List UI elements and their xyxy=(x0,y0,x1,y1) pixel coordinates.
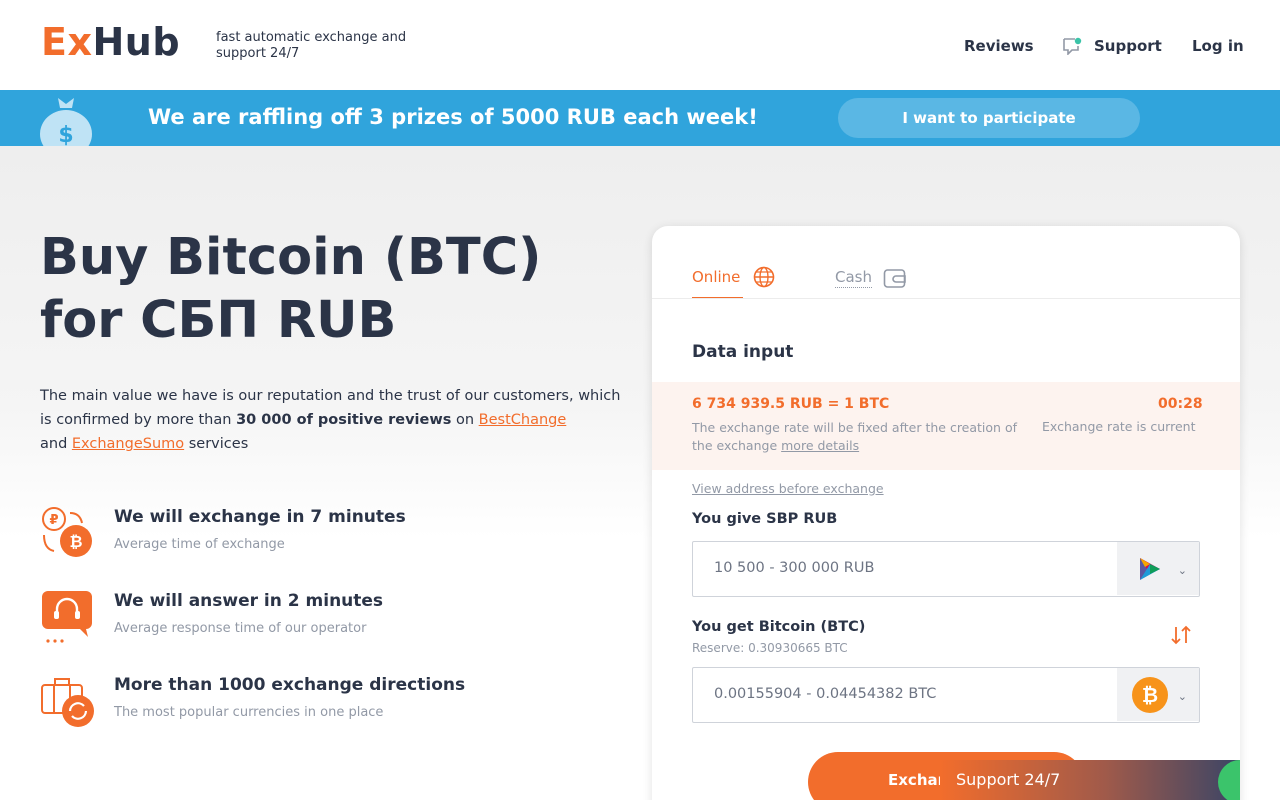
svg-text:₽: ₽ xyxy=(49,513,58,528)
exchange-rub-btc-icon: ₽ ₿ xyxy=(42,507,92,557)
wallet-icon xyxy=(883,269,906,288)
logo-hub: Hub xyxy=(92,20,181,64)
chevron-down-icon: ⌄ xyxy=(1177,564,1187,577)
give-currency-select[interactable]: ⌄ xyxy=(1117,542,1199,595)
operator-chat-icon xyxy=(42,591,92,643)
support-widget-label: Support 24/7 xyxy=(956,770,1061,789)
hero-description: The main value we have is our reputation… xyxy=(40,384,630,456)
more-details-link[interactable]: more details xyxy=(781,438,859,453)
tagline: fast automatic exchange and support 24/7 xyxy=(216,30,407,61)
get-label: You get Bitcoin (BTC) xyxy=(692,619,866,635)
page-title-line1: Buy Bitcoin (BTC) xyxy=(40,228,542,287)
sbp-icon xyxy=(1140,558,1160,580)
support-chat-icon[interactable] xyxy=(1062,37,1082,55)
feature-title-3: More than 1000 exchange directions xyxy=(114,675,466,695)
nav-login-link[interactable]: Log in xyxy=(1192,37,1244,55)
nav-support-link[interactable]: Support xyxy=(1094,37,1162,55)
briefcase-refresh-icon xyxy=(41,678,94,727)
page-title: Buy Bitcoin (BTC) for СБП RUB xyxy=(40,226,640,352)
tab-online[interactable]: Online xyxy=(692,268,740,286)
chevron-down-icon: ⌄ xyxy=(1177,690,1187,703)
logo-ex: Ex xyxy=(41,20,93,64)
online-status-dot xyxy=(1218,760,1240,800)
tab-cash[interactable]: Cash xyxy=(835,268,872,288)
card-title: Data input xyxy=(692,342,794,362)
nav-reviews-link[interactable]: Reviews xyxy=(964,37,1034,55)
get-amount-input[interactable]: 0.00155904 - 0.04454382 BTC ₿ ⌄ xyxy=(692,667,1200,723)
bitcoin-icon: ₿ xyxy=(1132,677,1168,713)
bestchange-link[interactable]: BestChange xyxy=(479,412,567,428)
money-bag-icon: $ xyxy=(40,98,92,146)
participate-button[interactable]: I want to participate xyxy=(838,98,1140,138)
desc-bold: 30 000 of positive reviews xyxy=(236,412,452,428)
exchange-rate: 6 734 939.5 RUB = 1 BTC xyxy=(692,396,890,412)
svg-text:$: $ xyxy=(58,123,73,146)
rate-timer: 00:28 xyxy=(1158,396,1203,412)
rate-note: The exchange rate will be fixed after th… xyxy=(692,419,1037,455)
feature-subtitle-1: Average time of exchange xyxy=(114,537,285,552)
desc-text-3: and xyxy=(40,436,72,452)
view-address-link[interactable]: View address before exchange xyxy=(692,481,884,496)
feature-title-2: We will answer in 2 minutes xyxy=(114,591,384,611)
page-title-line2: for СБП RUB xyxy=(40,291,397,350)
feature-subtitle-3: The most popular currencies in one place xyxy=(114,705,384,720)
promo-banner: $ We are raffling off 3 prizes of 5000 R… xyxy=(0,90,1280,146)
feature-title-1: We will exchange in 7 minutes xyxy=(114,507,406,527)
globe-icon xyxy=(753,266,775,288)
svg-text:₿: ₿ xyxy=(1142,683,1158,707)
give-amount-placeholder: 10 500 - 300 000 RUB xyxy=(714,560,875,576)
site-header: ExHub fast automatic exchange and suppor… xyxy=(0,0,1280,90)
reserve-text: Reserve: 0.30930665 BTC xyxy=(692,641,848,655)
exchangesumo-link[interactable]: ExchangeSumo xyxy=(72,436,184,452)
swap-arrows-icon[interactable] xyxy=(1170,624,1192,646)
exhub-logo[interactable]: ExHub xyxy=(41,20,180,64)
banner-text: We are raffling off 3 prizes of 5000 RUB… xyxy=(148,105,758,129)
give-label: You give SBP RUB xyxy=(692,511,838,527)
desc-text-4: services xyxy=(184,436,249,452)
tab-divider xyxy=(652,298,1240,299)
desc-text-2: on xyxy=(451,412,479,428)
give-amount-input[interactable]: 10 500 - 300 000 RUB ⌄ xyxy=(692,541,1200,597)
rate-status: Exchange rate is current xyxy=(1042,419,1196,434)
svg-text:₿: ₿ xyxy=(69,532,82,551)
support-widget[interactable]: Support 24/7 xyxy=(940,760,1240,800)
get-amount-placeholder: 0.00155904 - 0.04454382 BTC xyxy=(714,686,937,702)
feature-subtitle-2: Average response time of our operator xyxy=(114,621,367,636)
get-currency-select[interactable]: ₿ ⌄ xyxy=(1117,668,1199,721)
